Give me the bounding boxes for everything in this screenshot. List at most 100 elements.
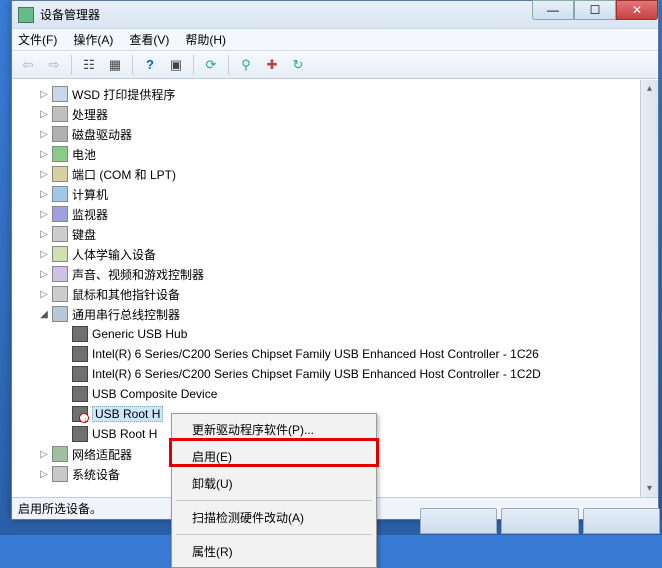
back-button[interactable]: ⇦ (16, 54, 40, 76)
expand-icon[interactable] (38, 468, 50, 480)
expand-icon[interactable] (38, 228, 50, 240)
toolbar: ⇦ ⇨ ☷ ▦ ? ▣ ⟳ ⚲ ✚ ↻ (12, 51, 658, 79)
device-icon (52, 206, 68, 222)
device-icon (52, 246, 68, 262)
tree-node[interactable]: Intel(R) 6 Series/C200 Series Chipset Fa… (56, 344, 658, 364)
device-icon (72, 426, 88, 442)
device-icon (72, 346, 88, 362)
device-icon (52, 266, 68, 282)
title-bar[interactable]: 设备管理器 — ☐ ✕ (12, 1, 658, 29)
properties-button[interactable]: ▦ (103, 54, 127, 76)
expand-icon[interactable] (38, 108, 50, 120)
toolbar-separator (228, 55, 229, 75)
tree-node-label: 端口 (COM 和 LPT) (72, 166, 176, 183)
tree-node-label: 网络适配器 (72, 446, 132, 463)
expand-icon[interactable] (38, 88, 50, 100)
device-icon (72, 366, 88, 382)
expand-icon[interactable] (38, 128, 50, 140)
tree-node-label: USB Root H (92, 427, 157, 441)
expand-icon[interactable] (38, 288, 50, 300)
forward-button[interactable]: ⇨ (42, 54, 66, 76)
device-icon (72, 406, 88, 422)
device-icon (52, 166, 68, 182)
context-separator (176, 500, 372, 501)
tree-node[interactable]: USB Composite Device (56, 384, 658, 404)
expand-icon[interactable] (38, 308, 50, 320)
expand-icon[interactable] (38, 248, 50, 260)
window-controls: — ☐ ✕ (532, 1, 658, 28)
tree-node-label: WSD 打印提供程序 (72, 86, 175, 103)
tree-node[interactable]: Intel(R) 6 Series/C200 Series Chipset Fa… (56, 364, 658, 384)
scroll-down-button[interactable]: ▾ (641, 480, 658, 497)
taskbar-previews (420, 508, 660, 534)
close-button[interactable]: ✕ (616, 0, 658, 20)
context-enable[interactable]: 启用(E) (174, 443, 374, 470)
device-icon (52, 226, 68, 242)
vertical-scrollbar[interactable]: ▴ ▾ (640, 80, 658, 497)
menu-help[interactable]: 帮助(H) (185, 31, 226, 48)
tree-node[interactable]: 磁盘驱动器 (36, 124, 658, 144)
context-update-driver[interactable]: 更新驱动程序软件(P)... (174, 416, 374, 443)
toolbar-separator (132, 55, 133, 75)
tree-node[interactable]: 电池 (36, 144, 658, 164)
tree-node-label: 电池 (72, 146, 96, 163)
menu-bar: 文件(F) 操作(A) 查看(V) 帮助(H) (12, 29, 658, 51)
tree-node[interactable]: 键盘 (36, 224, 658, 244)
toolbar-separator (193, 55, 194, 75)
tree-node-label: 鼠标和其他指针设备 (72, 286, 180, 303)
toolbar-separator (71, 55, 72, 75)
stop-button[interactable]: ▣ (164, 54, 188, 76)
uninstall-button[interactable]: ✚ (260, 54, 284, 76)
tree-node[interactable]: 鼠标和其他指针设备 (36, 284, 658, 304)
device-icon (52, 106, 68, 122)
update-button[interactable]: ↻ (286, 54, 310, 76)
tree-view-button[interactable]: ☷ (77, 54, 101, 76)
scroll-up-button[interactable]: ▴ (641, 80, 658, 97)
tree-node-label: 人体学输入设备 (72, 246, 156, 263)
device-icon (52, 446, 68, 462)
tree-node-label: USB Composite Device (92, 387, 217, 401)
context-scan-hardware[interactable]: 扫描检测硬件改动(A) (174, 504, 374, 531)
device-icon (52, 286, 68, 302)
expand-icon[interactable] (38, 188, 50, 200)
tree-node[interactable]: WSD 打印提供程序 (36, 84, 658, 104)
context-uninstall[interactable]: 卸载(U) (174, 470, 374, 497)
taskbar-item[interactable] (420, 508, 497, 534)
expand-icon[interactable] (38, 148, 50, 160)
tree-node-label: 磁盘驱动器 (72, 126, 132, 143)
expand-icon[interactable] (38, 168, 50, 180)
expand-icon[interactable] (38, 448, 50, 460)
tree-node[interactable]: 端口 (COM 和 LPT) (36, 164, 658, 184)
device-icon (72, 386, 88, 402)
taskbar-item[interactable] (583, 508, 660, 534)
tree-node[interactable]: 声音、视频和游戏控制器 (36, 264, 658, 284)
menu-view[interactable]: 查看(V) (129, 31, 169, 48)
tree-node-label: 系统设备 (72, 466, 120, 483)
menu-file[interactable]: 文件(F) (18, 31, 57, 48)
tree-node-label: 计算机 (72, 186, 108, 203)
tree-node-label: Intel(R) 6 Series/C200 Series Chipset Fa… (92, 347, 539, 361)
tree-node[interactable]: Generic USB Hub (56, 324, 658, 344)
minimize-button[interactable]: — (532, 0, 574, 20)
refresh-button[interactable]: ⟳ (199, 54, 223, 76)
tree-node[interactable]: 计算机 (36, 184, 658, 204)
device-icon (52, 146, 68, 162)
maximize-button[interactable]: ☐ (574, 0, 616, 20)
tree-node-label: 监视器 (72, 206, 108, 223)
taskbar-item[interactable] (501, 508, 578, 534)
tree-node[interactable]: 监视器 (36, 204, 658, 224)
tree-node[interactable]: 处理器 (36, 104, 658, 124)
help-button[interactable]: ? (138, 54, 162, 76)
tree-node-label: Intel(R) 6 Series/C200 Series Chipset Fa… (92, 367, 541, 381)
context-properties[interactable]: 属性(R) (174, 538, 374, 565)
tree-node[interactable]: 人体学输入设备 (36, 244, 658, 264)
expand-icon[interactable] (38, 268, 50, 280)
menu-action[interactable]: 操作(A) (73, 31, 113, 48)
context-menu: 更新驱动程序软件(P)... 启用(E) 卸载(U) 扫描检测硬件改动(A) 属… (171, 413, 377, 568)
device-icon (52, 306, 68, 322)
tree-node[interactable]: 通用串行总线控制器 (36, 304, 658, 324)
expand-icon[interactable] (38, 208, 50, 220)
scan-button[interactable]: ⚲ (234, 54, 258, 76)
device-icon (52, 126, 68, 142)
tree-node-label: 键盘 (72, 226, 96, 243)
